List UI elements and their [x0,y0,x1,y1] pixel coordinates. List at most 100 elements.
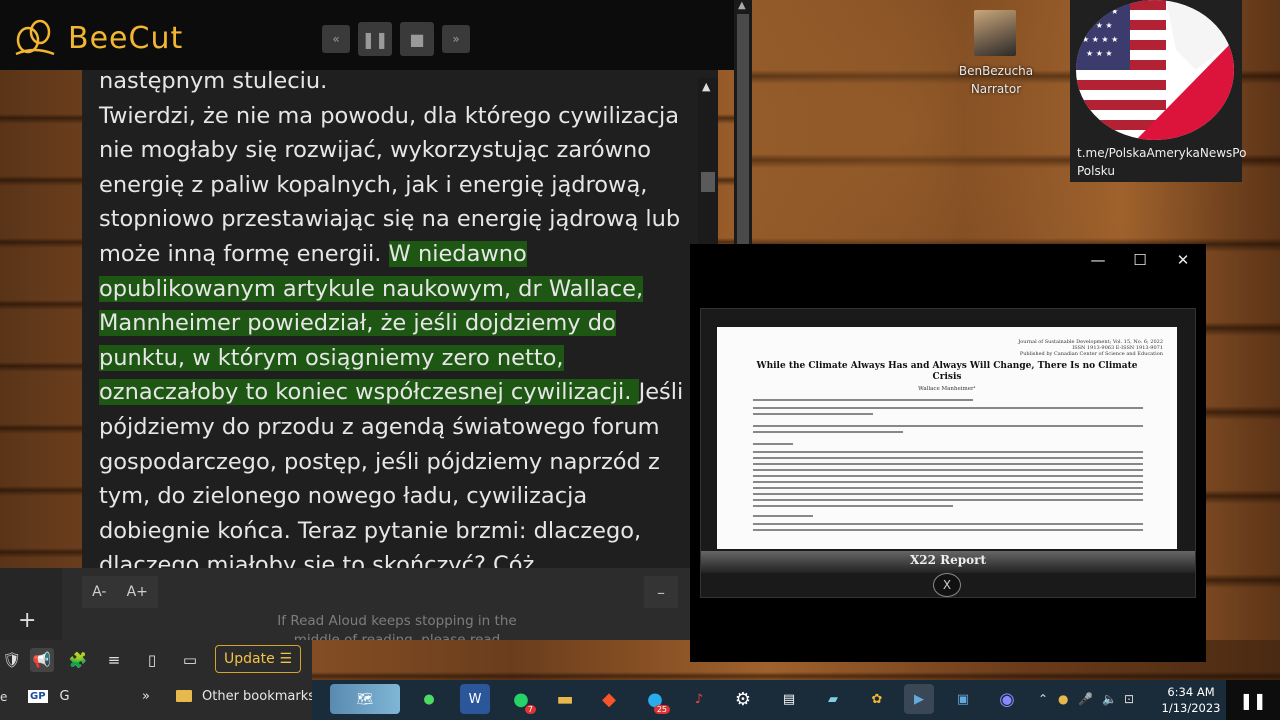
text-line [753,399,973,401]
top-bar: BeeCut « ❚❚ ■ » [0,0,740,70]
forward-button[interactable]: » [442,25,470,53]
app-icon[interactable]: ▰ [818,684,848,714]
close-icon[interactable]: ✕ [1163,248,1203,272]
narrator-role: Narrator [970,82,1022,96]
collapse-button[interactable]: – [644,576,678,608]
video-frame[interactable]: Journal of Sustainable Development; Vol.… [700,308,1196,598]
other-bookmarks-label: Other bookmarks [202,688,316,704]
read-aloud-panel: następnym stuleciu. Twierdzi, że nie ma … [82,70,718,568]
wallet-icon[interactable]: ▭ [178,648,202,672]
text-line [753,515,813,517]
text-line [753,443,793,445]
update-label: Update [224,651,275,667]
other-bookmarks[interactable]: Other bookmarks [176,680,315,712]
volume-icon[interactable]: 🔈 [1102,692,1117,706]
text-line [753,463,1143,465]
beecut-taskbar-icon[interactable]: ✿ [862,684,892,714]
maximize-icon[interactable]: ☐ [1120,248,1160,272]
notepad-icon[interactable]: ▤ [774,684,804,714]
clock-date: 1/13/2023 [1161,701,1221,715]
text-line [753,407,1143,409]
font-increase-button[interactable]: A+ [127,584,148,600]
paper-header: Journal of Sustainable Development; Vol.… [1018,339,1163,357]
bookmark-cut[interactable]: e [0,680,20,720]
map-app-icon[interactable]: 🗺 [330,684,400,714]
app-name: BeeCut [68,20,184,56]
font-size-controls: A- A+ [82,576,158,608]
x22-banner: X22 Report [701,551,1195,573]
text-line [753,413,873,415]
menu-icon: ☰ [279,651,292,667]
text-line [753,469,1143,471]
text-line [753,481,1143,483]
text-line [753,529,1143,531]
brave-browser-icon[interactable]: ◆ [594,684,624,714]
read-aloud-extension-icon[interactable]: 📢 [30,648,54,672]
minimize-icon[interactable]: — [1078,248,1118,272]
flag-graphic: ★ ★ ★ ★ ★ ★ ★ ★ ★ ★ ★ ★ ★ ★ [1076,0,1234,140]
read-aloud-hint: If Read Aloud keeps stopping in the midd… [277,613,517,640]
text-line [753,475,1143,477]
bookmark-gp-label: G [59,688,70,704]
narrator-label: BenBezucha Narrator [946,62,1046,98]
whatsapp-icon[interactable]: ● 7 [506,684,536,714]
scroll-thumb[interactable] [701,172,715,192]
text-line [753,451,1143,453]
app-circle-icon[interactable]: ◉ [992,684,1022,714]
word-icon[interactable]: W [460,684,490,714]
show-hidden-icons-icon[interactable]: ⌃ [1038,692,1048,706]
text-line [753,431,903,433]
clock-time: 6:34 AM [1167,685,1215,699]
extensions-icon[interactable]: 🧩 [66,648,90,672]
font-decrease-button[interactable]: A- [92,584,106,600]
settings-gear-icon[interactable]: ⚙ [728,684,758,714]
bookmarks-overflow-button[interactable]: » [142,680,150,712]
telegram-icon[interactable]: ● 25 [640,684,670,714]
update-button[interactable]: Update ☰ [215,645,301,673]
media-app-icon[interactable]: ♪ [684,684,714,714]
add-icon[interactable]: + [18,608,36,633]
page-scrollbar[interactable]: ▲ [734,0,752,245]
rewind-button[interactable]: « [322,25,350,53]
gp-icon: GP [28,689,48,703]
folder-icon [176,690,192,702]
stop-button[interactable]: ■ [400,22,434,56]
photos-icon[interactable]: ▣ [948,684,978,714]
page-scroll-up-icon[interactable]: ▲ [738,0,746,11]
svg-text:★ ★ ★: ★ ★ ★ [1086,21,1113,30]
media-queue-icon[interactable]: ≡ [102,648,126,672]
scroll-up-arrow-icon[interactable]: ▲ [702,80,710,93]
us-poland-flag: ★ ★ ★ ★ ★ ★ ★ ★ ★ ★ ★ ★ ★ ★ [1076,0,1234,140]
pause-button[interactable]: ❚❚ [358,22,392,56]
video-titlebar: — ☐ ✕ [690,244,1206,276]
brave-shield-icon[interactable]: 🛡 [0,648,24,672]
microphone-icon[interactable]: 🎤 [1078,692,1093,706]
text-line [753,505,953,507]
text-line [753,499,1143,501]
text-after-highlight: Jeśli pójdziemy do przodu z agendą świat… [99,379,684,568]
bee-icon [15,19,55,56]
text-line [753,487,1143,489]
android-app-icon[interactable]: ● [414,684,444,714]
bookmark-gp[interactable]: GP G [28,680,70,712]
text-line [753,493,1143,495]
pause-overlay-icon[interactable]: ❚❚ [1226,680,1280,720]
x22-logo-icon: X [933,573,961,597]
reader-text: następnym stuleciu. Twierdzi, że nie ma … [99,70,695,568]
narrator-name: BenBezucha [958,64,1034,78]
beecut-logo: BeeCut [10,18,183,58]
video-player-taskbar-icon[interactable]: ▶ [904,684,934,714]
paper-page: Journal of Sustainable Development; Vol.… [717,327,1177,549]
narrator-avatar [974,10,1016,56]
video-window: — ☐ ✕ Journal of Sustainable Development… [690,244,1206,662]
file-explorer-icon[interactable]: ▬ [550,684,580,714]
svg-text:★ ★ ★ ★: ★ ★ ★ ★ [1082,7,1118,16]
tray-app-icon[interactable]: ● [1058,692,1068,706]
channel-link[interactable]: t.me/PolskaAmerykaNewsPo Polsku [1077,144,1246,180]
sidebar-icon[interactable]: ▯ [140,648,164,672]
page-scroll-thumb[interactable] [737,14,749,244]
media-controls: « ❚❚ ■ » [322,22,470,56]
network-icon[interactable]: ⊡ [1124,692,1134,706]
text-line [753,457,1143,459]
system-clock[interactable]: 6:34 AM 1/13/2023 [1158,684,1224,716]
